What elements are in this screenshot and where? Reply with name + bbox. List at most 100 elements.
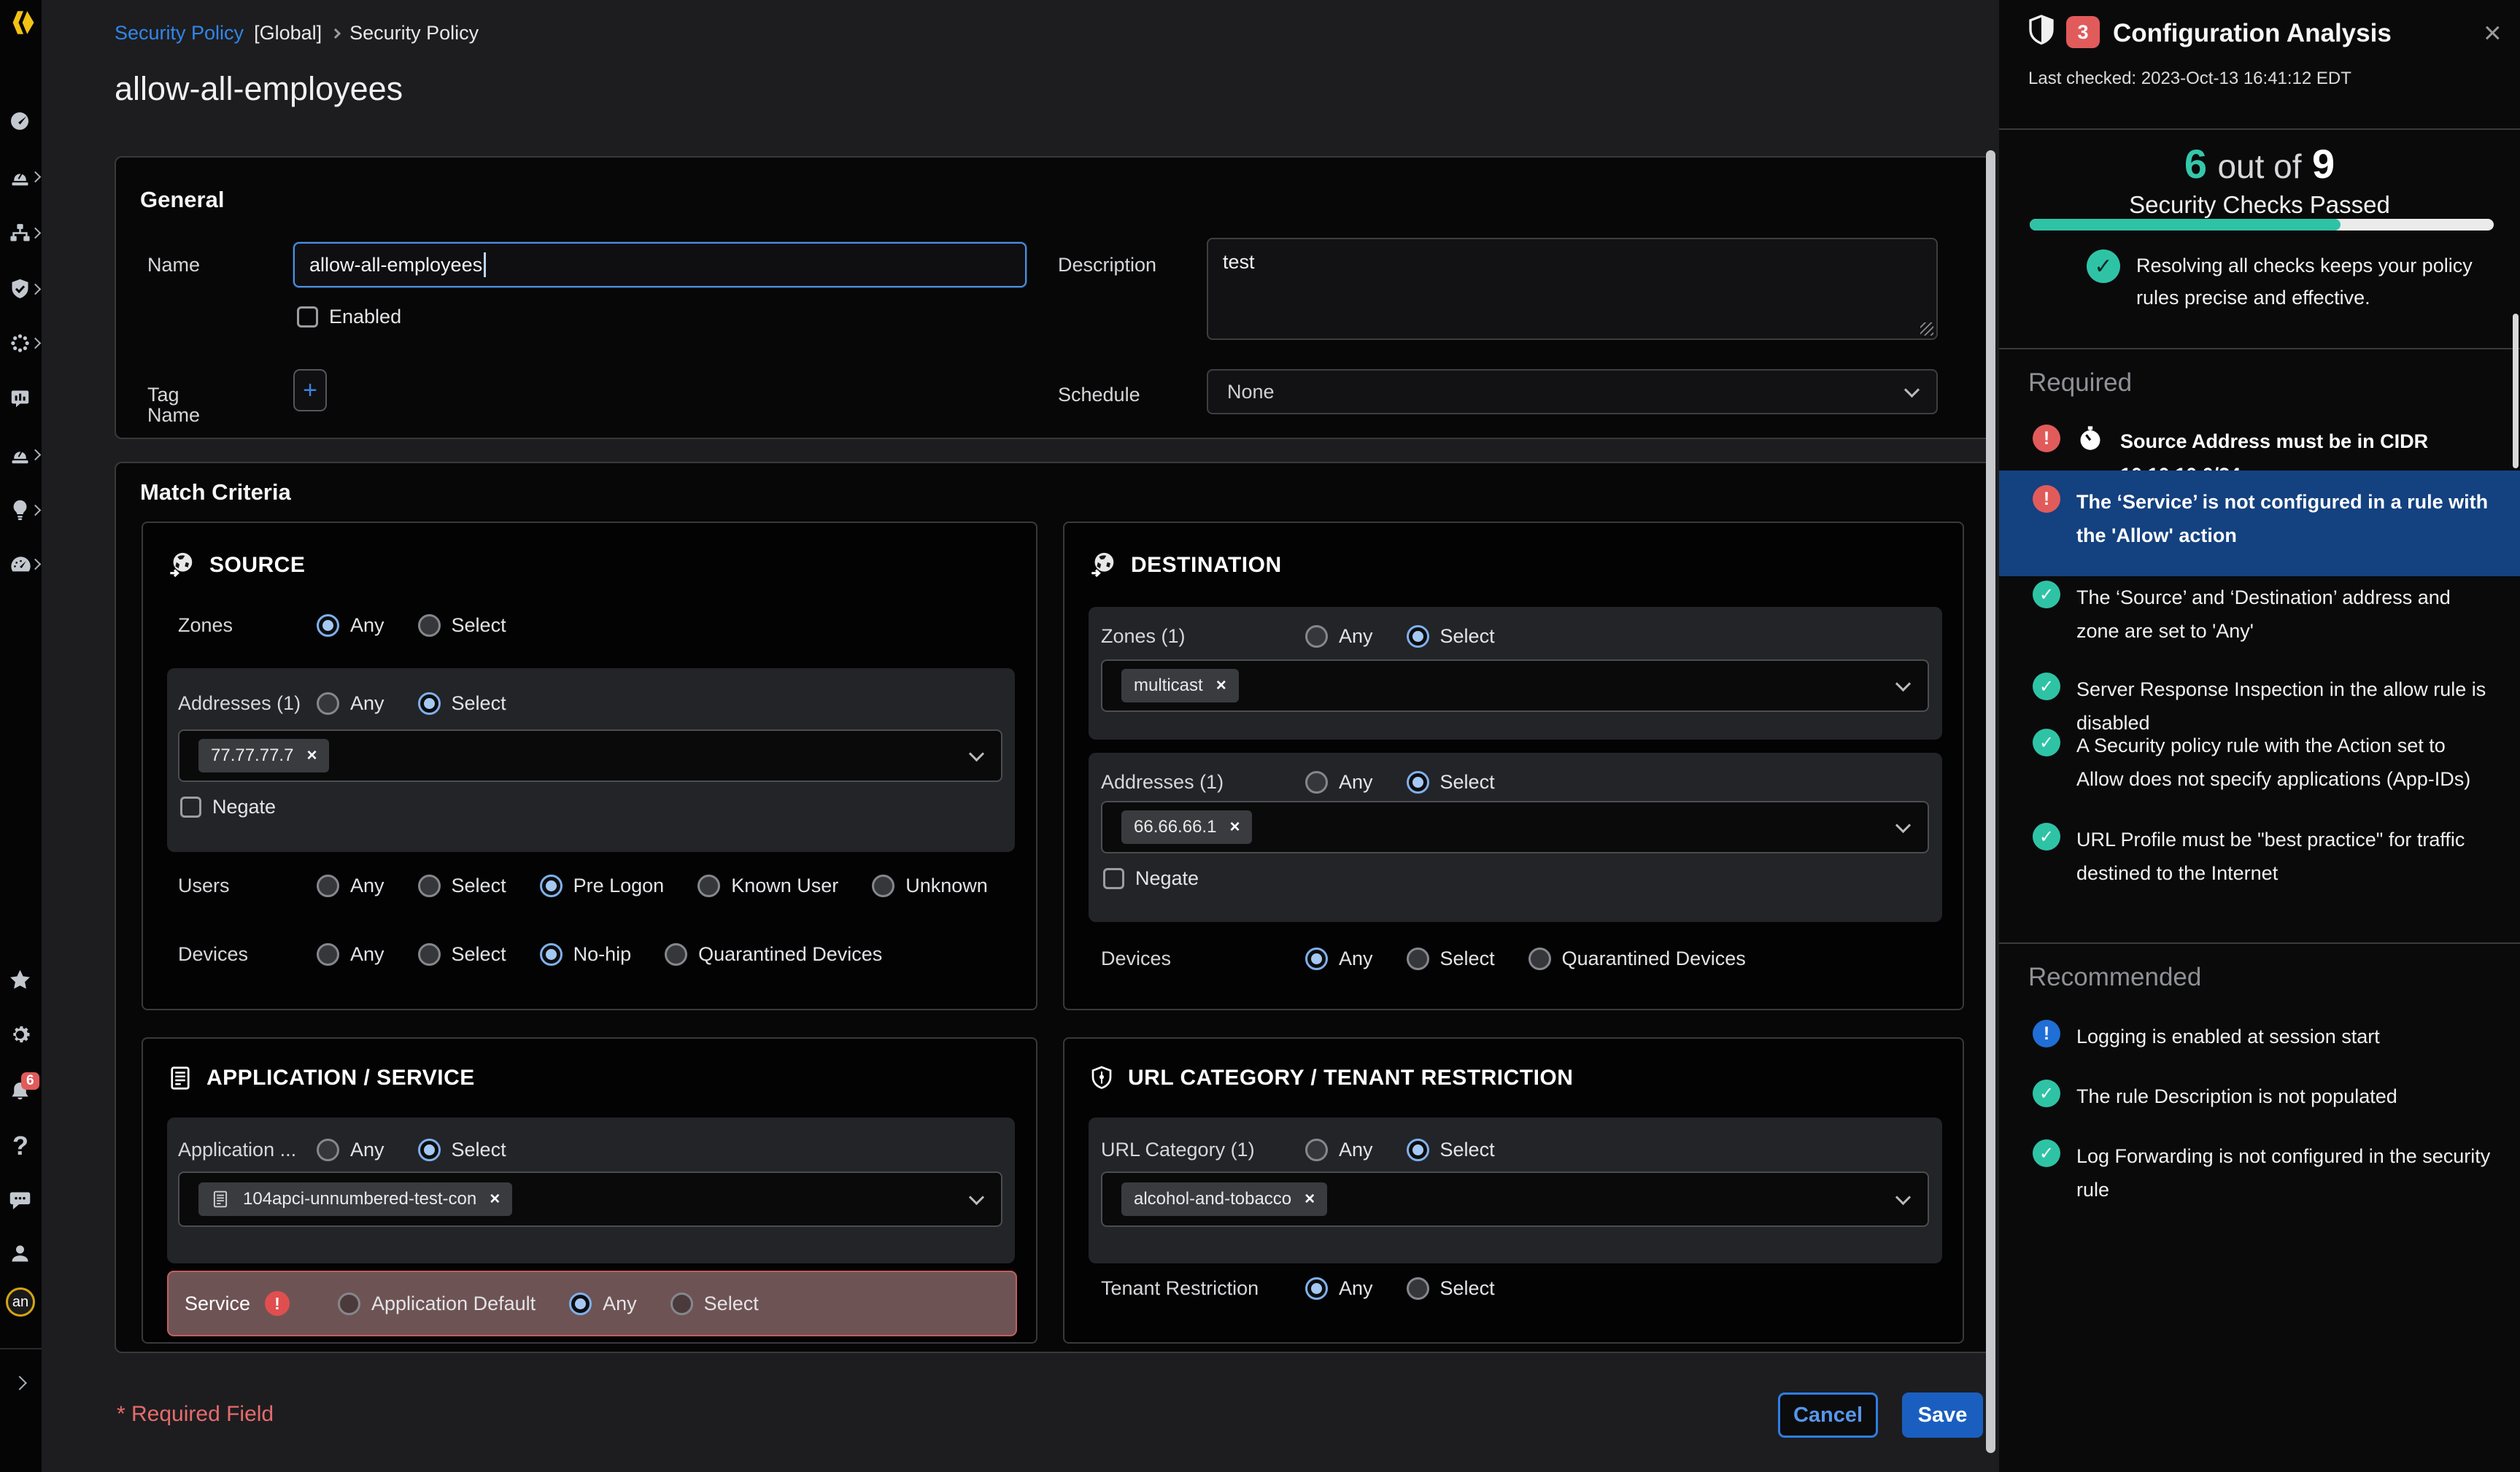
sidebar-item-favorites[interactable] <box>0 967 42 993</box>
service-select-radio[interactable]: Select <box>670 1293 759 1315</box>
users-any-radio[interactable]: Any <box>317 875 384 897</box>
name-input[interactable]: allow-all-employees <box>293 242 1027 287</box>
required-item[interactable]: ✓ URL Profile must be "best practice" fo… <box>2033 823 2494 890</box>
match-criteria-heading: Match Criteria <box>140 479 291 505</box>
url-category-combobox[interactable]: alcohol-and-tobacco × <box>1101 1171 1929 1227</box>
sidebar-item-alerts[interactable] <box>0 441 42 468</box>
radio-label: Select <box>452 692 506 715</box>
required-item[interactable]: ✓ The ‘Source’ and ‘Destination’ address… <box>2033 581 2494 648</box>
check-glyph: ✓ <box>2094 254 2112 279</box>
radio-label: Select <box>452 875 506 897</box>
cancel-button[interactable]: Cancel <box>1778 1392 1878 1438</box>
devices-any-radio[interactable]: Any <box>317 943 384 966</box>
devices-quarantined-radio[interactable]: Quarantined Devices <box>665 943 882 966</box>
devices-nohip-radio[interactable]: No-hip <box>540 943 632 966</box>
sidebar-expand-button[interactable] <box>0 1370 42 1396</box>
chip-label: 77.77.77.7 <box>211 745 293 766</box>
chevron-right-icon <box>331 28 341 38</box>
brand-logo[interactable] <box>0 6 42 39</box>
sidebar-item-incidents[interactable] <box>0 163 42 190</box>
tenant-select-radio[interactable]: Select <box>1407 1277 1495 1300</box>
description-textarea[interactable]: test <box>1207 238 1938 340</box>
sidebar-item-monitor[interactable] <box>0 551 42 577</box>
negate-label: Negate <box>212 796 276 818</box>
breadcrumb-link[interactable]: Security Policy <box>115 22 244 44</box>
recommended-item[interactable]: ✓ The rule Description is not populated <box>2033 1080 2494 1113</box>
panel-scrollbar[interactable] <box>2513 314 2519 468</box>
sidebar-item-reports[interactable] <box>0 385 42 411</box>
dest-zones-any-radio[interactable]: Any <box>1305 625 1373 648</box>
application-combobox[interactable]: 104apci-unnumbered-test-con × <box>178 1171 1002 1227</box>
sidebar-item-help[interactable]: ? <box>0 1133 42 1159</box>
recommended-item[interactable]: ✓ Log Forwarding is not configured in th… <box>2033 1139 2494 1206</box>
radio-label: Any <box>1339 625 1373 648</box>
close-icon[interactable]: × <box>2484 18 2502 48</box>
source-addresses-combobox[interactable]: 77.77.77.7 × <box>178 729 1002 782</box>
user-avatar[interactable]: an <box>0 1285 42 1319</box>
radio-icon <box>569 1293 592 1315</box>
sidebar-item-processing[interactable] <box>0 330 42 356</box>
users-prelogon-radio[interactable]: Pre Logon <box>540 875 665 897</box>
dest-addresses-select-radio[interactable]: Select <box>1407 771 1495 794</box>
service-any-radio[interactable]: Any <box>569 1293 637 1315</box>
sidebar-item-settings[interactable] <box>0 1021 42 1047</box>
chip-label: 66.66.66.1 <box>1134 817 1216 837</box>
required-item[interactable]: ✓ A Security policy rule with the Action… <box>2033 729 2494 796</box>
resize-handle-icon[interactable] <box>1920 322 1933 336</box>
required-item-content: ! The ‘Service’ is not configured in a r… <box>2033 485 2494 552</box>
url-select-radio[interactable]: Select <box>1407 1139 1495 1161</box>
recommended-item[interactable]: ! Logging is enabled at session start <box>2033 1020 2494 1053</box>
source-zones-any-radio[interactable]: Any <box>317 614 384 637</box>
dest-zones-select-radio[interactable]: Select <box>1407 625 1495 648</box>
main-scrollbar[interactable] <box>1986 150 1995 1453</box>
destination-addresses-combobox[interactable]: 66.66.66.1 × <box>1101 801 1929 853</box>
source-addresses-select-radio[interactable]: Select <box>418 692 506 715</box>
application-any-radio[interactable]: Any <box>317 1139 384 1161</box>
sidebar-item-profile[interactable] <box>0 1240 42 1266</box>
dotted-circle-icon <box>8 331 32 355</box>
sidebar-item-insights[interactable] <box>0 497 42 523</box>
source-addresses-any-radio[interactable]: Any <box>317 692 384 715</box>
radio-label: Any <box>350 692 384 715</box>
error-circle-icon: ! <box>2033 425 2060 452</box>
sidebar-item-chat[interactable] <box>0 1187 42 1213</box>
url-category-chip: alcohol-and-tobacco × <box>1121 1182 1327 1216</box>
negate-checkbox[interactable] <box>180 797 201 818</box>
sidebar-item-notifications[interactable]: 6 <box>0 1078 42 1104</box>
speedometer-icon <box>8 109 31 133</box>
score-separator: out of <box>2210 147 2308 185</box>
destination-zones-combobox[interactable]: multicast × <box>1101 659 1929 712</box>
dest-devices-quarantined-radio[interactable]: Quarantined Devices <box>1528 948 1746 970</box>
tenant-any-radio[interactable]: Any <box>1305 1277 1373 1300</box>
add-tag-button[interactable]: + <box>293 369 327 411</box>
dest-devices-any-radio[interactable]: Any <box>1305 948 1373 970</box>
devices-select-radio[interactable]: Select <box>418 943 506 966</box>
save-button[interactable]: Save <box>1902 1392 1983 1438</box>
users-knownuser-radio[interactable]: Known User <box>697 875 838 897</box>
chip-remove-icon[interactable]: × <box>490 1190 500 1208</box>
sidebar-item-security[interactable] <box>0 276 42 302</box>
application-select-radio[interactable]: Select <box>418 1139 506 1161</box>
chip-remove-icon[interactable]: × <box>1229 818 1240 836</box>
globe-arrow-icon <box>1089 551 1118 580</box>
dest-addresses-any-radio[interactable]: Any <box>1305 771 1373 794</box>
sidebar-item-workflows[interactable] <box>0 220 42 246</box>
users-unknown-radio[interactable]: Unknown <box>872 875 988 897</box>
required-item-highlighted[interactable]: ! The ‘Service’ is not configured in a r… <box>1999 470 2520 576</box>
url-any-radio[interactable]: Any <box>1305 1139 1373 1161</box>
url-category-panel: URL CATEGORY / TENANT RESTRICTION URL Ca… <box>1063 1037 1964 1344</box>
sidebar-item-dashboard[interactable] <box>0 108 42 134</box>
radio-label: Quarantined Devices <box>698 943 882 966</box>
schedule-select[interactable]: None <box>1207 369 1938 414</box>
chip-remove-icon[interactable]: × <box>1305 1190 1315 1208</box>
users-select-radio[interactable]: Select <box>418 875 506 897</box>
dest-devices-select-radio[interactable]: Select <box>1407 948 1495 970</box>
service-appdefault-radio[interactable]: Application Default <box>338 1293 536 1315</box>
source-zones-select-radio[interactable]: Select <box>418 614 506 637</box>
zones-label: Zones <box>178 614 317 637</box>
chip-remove-icon[interactable]: × <box>306 747 317 764</box>
enabled-checkbox[interactable] <box>297 306 318 328</box>
chat-bubble-icon <box>8 1188 32 1212</box>
chip-remove-icon[interactable]: × <box>1216 677 1226 694</box>
negate-checkbox[interactable] <box>1103 868 1124 889</box>
